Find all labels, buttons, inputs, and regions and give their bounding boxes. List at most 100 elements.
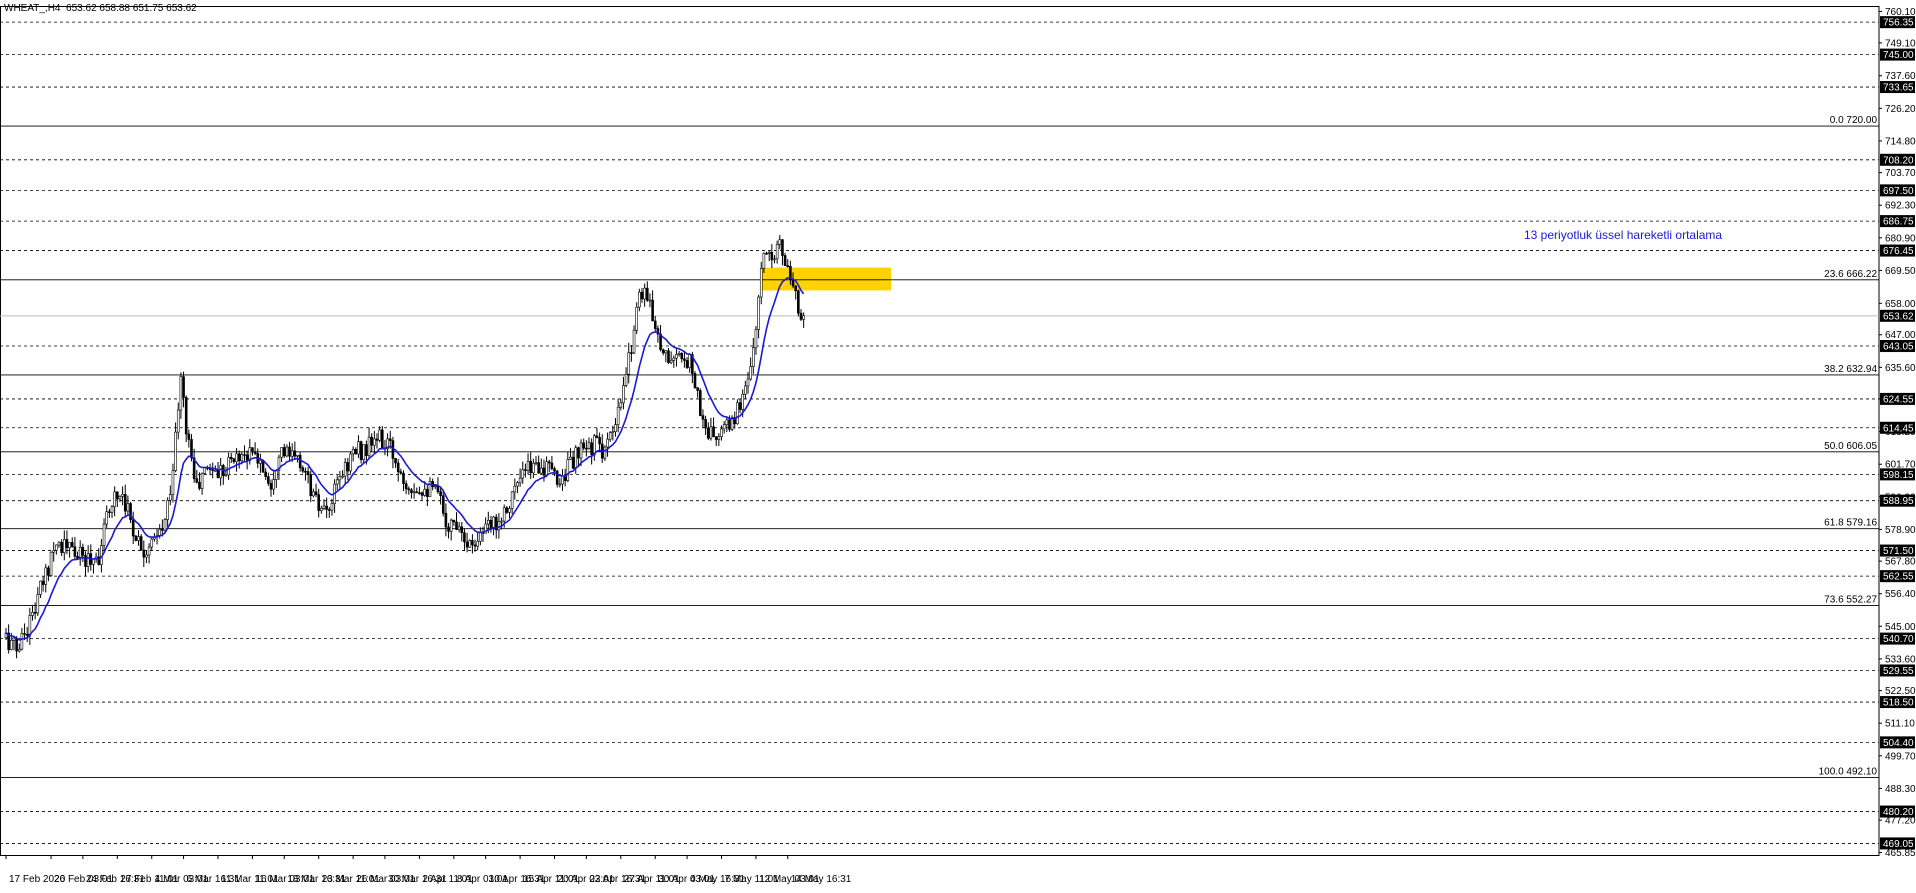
- candle-body: [211, 469, 214, 471]
- candle-body: [426, 488, 429, 497]
- level-price-label: 469.05: [1883, 839, 1914, 850]
- candle-body: [174, 431, 177, 471]
- candle-body: [632, 329, 636, 354]
- candle-body: [712, 426, 715, 437]
- candle-body: [471, 540, 474, 546]
- candle-body: [569, 456, 572, 460]
- candle-body: [545, 461, 548, 476]
- level-price-label: 588.95: [1883, 496, 1914, 507]
- candle-body: [675, 354, 678, 359]
- candle-body: [653, 320, 657, 329]
- candle-body: [791, 279, 795, 287]
- price-axis-label: 749.10: [1885, 38, 1916, 49]
- level-price-label: 676.45: [1883, 246, 1914, 257]
- candle-body: [290, 450, 294, 457]
- price-axis-label: 647.00: [1885, 330, 1916, 341]
- candle-body: [113, 491, 116, 507]
- candle-body: [489, 519, 493, 529]
- candle-body: [68, 542, 71, 549]
- candle-body: [706, 427, 710, 439]
- price-axis-label: 714.80: [1885, 136, 1916, 147]
- candle-body: [195, 478, 199, 483]
- candle-body: [500, 520, 503, 523]
- candle-body: [547, 461, 551, 464]
- level-price-label: 643.05: [1883, 342, 1914, 353]
- candle-body: [616, 406, 620, 425]
- candle-body: [402, 472, 405, 484]
- candle-body: [741, 393, 745, 410]
- candle-body: [667, 350, 670, 363]
- candle-body: [84, 555, 87, 567]
- plot-frame: [0, 6, 1880, 856]
- candle-body: [158, 529, 161, 536]
- candle-body: [797, 290, 800, 314]
- level-price-label: 697.50: [1883, 186, 1914, 197]
- candle-body: [802, 315, 805, 320]
- candle-body: [341, 475, 344, 478]
- candle-body: [521, 469, 525, 479]
- candle-body: [108, 511, 111, 514]
- candle-body: [577, 447, 580, 459]
- candle-body: [105, 511, 108, 525]
- candle-body: [23, 633, 26, 635]
- candle-body: [131, 519, 135, 537]
- candle-body: [251, 447, 254, 453]
- candle-body: [550, 462, 554, 469]
- candle-body: [280, 447, 283, 458]
- price-chart[interactable]: 0.0 720.00 23.6 666.22 38.2 632.94 50.0 606…: [0, 0, 1916, 888]
- candle-body: [492, 516, 495, 529]
- candle-body: [532, 462, 535, 474]
- level-price-label: 708.20: [1883, 155, 1914, 166]
- candle-body: [81, 546, 85, 556]
- fib-level-label: 50.0 606.05: [1824, 441, 1877, 452]
- candle-body: [121, 494, 124, 497]
- candle-body: [553, 468, 556, 472]
- candle-body: [346, 462, 350, 472]
- candle-body: [330, 503, 334, 511]
- candle-body: [354, 449, 358, 455]
- price-axis-label: 511.10: [1885, 719, 1915, 730]
- candle-body: [126, 503, 130, 512]
- candle-body: [669, 359, 673, 363]
- candle-body: [362, 444, 366, 460]
- candle-body: [304, 470, 307, 473]
- candle-body: [380, 429, 384, 449]
- candle-body: [259, 459, 262, 464]
- candle-body: [17, 648, 21, 652]
- candle-body: [595, 435, 599, 438]
- candle-body: [502, 507, 506, 522]
- candle-body: [145, 554, 148, 558]
- candle-body: [123, 494, 127, 512]
- price-axis-label: 533.60: [1885, 654, 1916, 665]
- candle-body: [338, 476, 342, 481]
- price-axis-label: 669.50: [1885, 266, 1916, 277]
- candle-body: [47, 567, 50, 576]
- candle-body: [722, 424, 726, 430]
- candle-body: [399, 471, 403, 474]
- candle-body: [161, 529, 164, 531]
- level-price-label: 686.75: [1883, 217, 1914, 228]
- candle-body: [542, 467, 546, 476]
- candle-body: [698, 390, 702, 416]
- candle-body: [10, 640, 13, 650]
- candle-body: [404, 483, 408, 490]
- candle-body: [587, 442, 591, 449]
- candle-body: [198, 481, 201, 489]
- candle-body: [767, 252, 771, 254]
- candle-body: [407, 488, 411, 491]
- candle-body: [357, 441, 360, 455]
- candle-body: [529, 460, 533, 474]
- candle-body: [176, 409, 180, 433]
- candle-body: [306, 471, 310, 475]
- candle-body: [150, 538, 154, 548]
- candle-body: [606, 438, 609, 448]
- candle-body: [526, 460, 530, 471]
- candle-body: [245, 454, 249, 461]
- candle-body: [614, 424, 617, 432]
- candle-body: [293, 450, 297, 457]
- candle-body: [351, 449, 355, 455]
- candle-body: [25, 634, 29, 636]
- candle-body: [415, 491, 419, 494]
- candle-body: [142, 549, 146, 558]
- candle-body: [309, 474, 313, 497]
